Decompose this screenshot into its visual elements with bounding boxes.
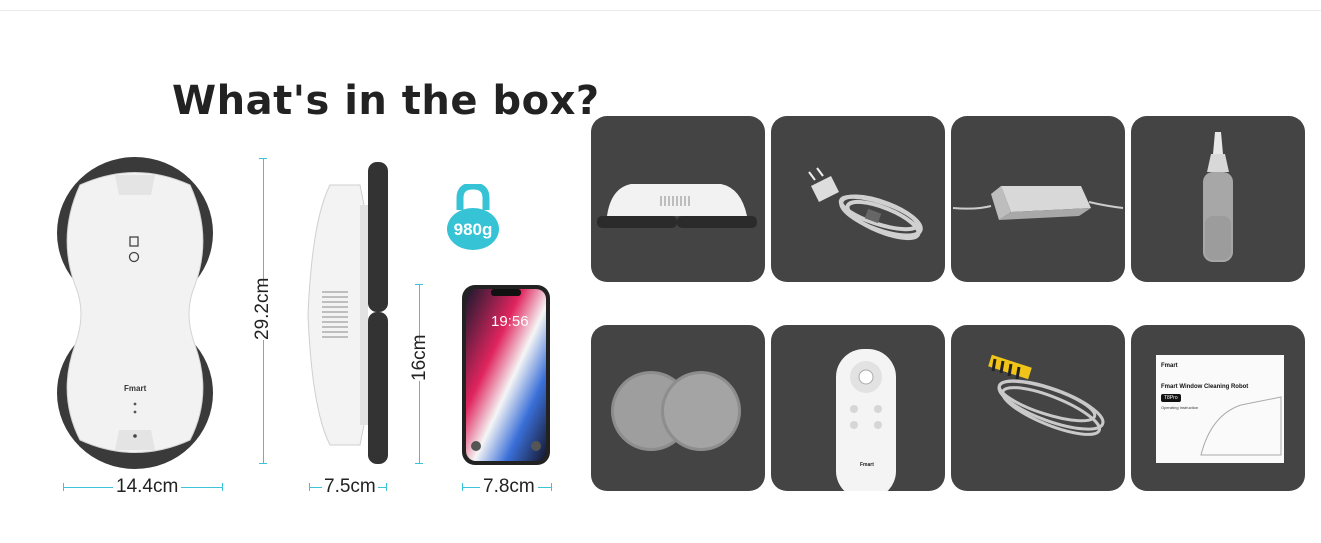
box-item-cleaning-pads	[591, 325, 765, 491]
tick	[259, 463, 267, 464]
tick	[462, 483, 463, 491]
manual-model: T8Pro	[1161, 394, 1181, 402]
tick	[222, 483, 223, 491]
cleaning-pads-icon	[611, 371, 741, 451]
power-adapter-icon	[952, 186, 1124, 220]
side-height-label: 16cm	[409, 334, 431, 381]
robot-side-view-icon	[307, 162, 388, 464]
manual-title: Fmart Window Cleaning Robot	[1161, 384, 1249, 390]
tick	[259, 158, 267, 159]
kettlebell-icon	[447, 184, 499, 250]
box-item-robot	[591, 116, 765, 282]
robot-height-label: 29.2cm	[252, 277, 274, 340]
page-title: What's in the box?	[172, 78, 600, 124]
tick	[386, 483, 387, 491]
tick	[415, 463, 423, 464]
box-item-manual	[1131, 325, 1305, 491]
robot-brand-label: Fmart	[124, 384, 147, 393]
phone-width-label: 7.8cm	[480, 476, 538, 498]
box-item-water-bottle	[1131, 116, 1305, 282]
box-item-remote-control	[771, 325, 945, 491]
tick	[63, 483, 64, 491]
box-item-safety-rope	[951, 325, 1125, 491]
remote-brand-label: Fmart	[860, 462, 874, 468]
box-item-power-adapter	[951, 116, 1125, 282]
weight-label: 980g	[453, 220, 493, 239]
power-cord-icon	[808, 167, 923, 241]
box-item-power-cord	[771, 116, 945, 282]
phone-time: 19:56	[491, 313, 529, 330]
side-width-label: 7.5cm	[322, 476, 378, 498]
robot-top-view-icon	[57, 157, 213, 469]
robot-side-icon	[597, 184, 757, 228]
manual-icon	[1156, 355, 1284, 463]
remote-control-icon	[836, 349, 896, 491]
tick	[415, 284, 423, 285]
tick	[551, 483, 552, 491]
robot-width-label: 14.4cm	[113, 476, 182, 498]
manual-subtitle: Operating Instruction	[1161, 405, 1199, 410]
smartphone-icon	[462, 285, 550, 465]
top-divider	[0, 10, 1321, 11]
manual-brand: Fmart	[1161, 363, 1178, 369]
tick	[309, 483, 310, 491]
safety-rope-icon	[988, 354, 1105, 436]
water-bottle-icon	[1203, 132, 1233, 262]
